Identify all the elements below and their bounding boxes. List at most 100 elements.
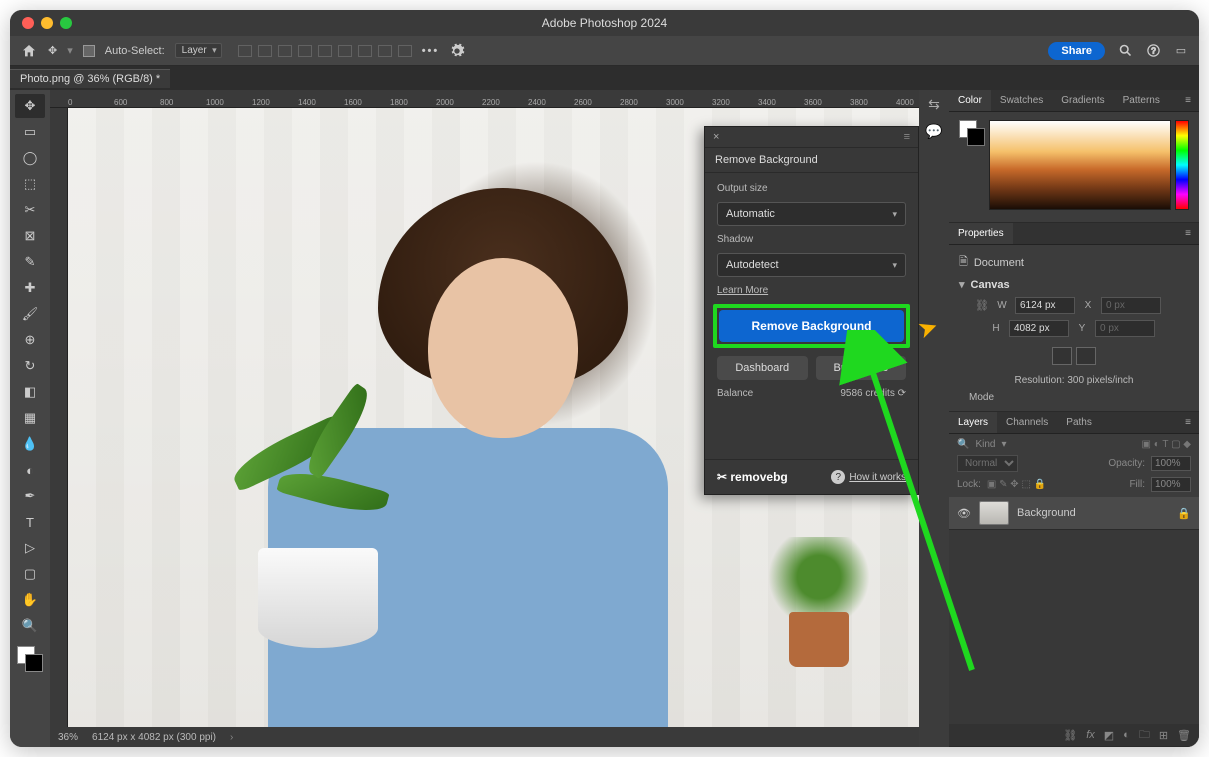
title-bar: Adobe Photoshop 2024 [10,10,1199,36]
link-layers-icon[interactable]: ⛓ [1063,729,1077,742]
gradient-tool-icon[interactable]: ▦ [15,406,45,430]
align-icon[interactable] [378,45,392,57]
options-bar: ✥ ▾ Auto-Select: Layer ••• Share ? ▭ [10,36,1199,66]
panel-menu-icon[interactable]: ≡ [1177,90,1199,111]
close-icon[interactable]: × [713,131,719,143]
fx-icon[interactable]: fx [1086,729,1095,741]
healing-tool-icon[interactable]: ✚ [15,276,45,300]
pen-tool-icon[interactable]: ✒ [15,484,45,508]
tab-gradients[interactable]: Gradients [1052,90,1113,111]
color-swatch[interactable] [17,646,43,672]
zoom-level[interactable]: 36% [58,732,78,743]
output-size-dropdown[interactable]: Automatic [717,202,906,226]
layer-row[interactable]: 👁 Background 🔒 [949,497,1199,530]
how-it-works-link[interactable]: How it works [831,470,906,484]
close-window-icon[interactable] [22,17,34,29]
zoom-tool-icon[interactable]: 🔍 [15,614,45,638]
more-icon[interactable]: ••• [422,45,440,57]
remove-background-button[interactable]: Remove Background [719,310,904,342]
panel-menu-icon[interactable]: ≡ [1177,412,1199,433]
workspace-icon[interactable]: ▭ [1173,43,1189,59]
blur-tool-icon[interactable]: 💧 [15,432,45,456]
align-icon[interactable] [238,45,252,57]
panel-menu-icon[interactable]: ≡ [1177,223,1199,244]
remove-bg-panel: ×≡ Remove Background Output size Automat… [704,126,919,495]
link-icon[interactable]: ⛓ [975,299,989,312]
auto-select-checkbox[interactable] [83,45,95,57]
history-brush-tool-icon[interactable]: ↻ [15,354,45,378]
height-field[interactable] [1009,320,1069,337]
shadow-dropdown[interactable]: Autodetect [717,253,906,277]
gear-icon[interactable] [449,43,465,59]
buy-credits-button[interactable]: Buy credits [816,356,907,380]
align-icon[interactable] [258,45,272,57]
align-icon[interactable] [278,45,292,57]
align-icon[interactable] [338,45,352,57]
share-button[interactable]: Share [1048,42,1105,60]
canvas[interactable]: ×≡ Remove Background Output size Automat… [68,108,919,727]
lasso-tool-icon[interactable]: ◯ [15,146,45,170]
tab-properties[interactable]: Properties [949,223,1013,244]
hue-slider[interactable] [1175,120,1189,210]
type-tool-icon[interactable]: T [15,510,45,534]
tab-patterns[interactable]: Patterns [1114,90,1169,111]
eyedropper-tool-icon[interactable]: ✎ [15,250,45,274]
shape-tool-icon[interactable]: ▢ [15,562,45,586]
tab-channels[interactable]: Channels [997,412,1057,433]
help-icon[interactable]: ? [1145,43,1161,59]
mini-swatch[interactable] [959,120,985,146]
frame-tool-icon[interactable]: ⊠ [15,224,45,248]
new-layer-icon[interactable]: ⊞ [1159,729,1168,742]
layer-list: 👁 Background 🔒 [949,497,1199,724]
dashboard-button[interactable]: Dashboard [717,356,808,380]
hand-tool-icon[interactable]: ✋ [15,588,45,612]
tab-paths[interactable]: Paths [1057,412,1101,433]
tab-swatches[interactable]: Swatches [991,90,1052,111]
layer-thumbnail[interactable] [979,501,1009,525]
crop-tool-icon[interactable]: ✂ [15,198,45,222]
group-icon[interactable]: 🗀 [1139,726,1150,745]
fill-field [1151,477,1191,492]
stamp-tool-icon[interactable]: ⊕ [15,328,45,352]
panel-icon[interactable]: 💬 [925,123,942,140]
object-select-tool-icon[interactable]: ⬚ [15,172,45,196]
brush-tool-icon[interactable]: 🖌 [15,302,45,326]
move-tool-icon[interactable]: ✥ [15,94,45,118]
dodge-tool-icon[interactable]: ◐ [15,458,45,482]
orientation-portrait-icon[interactable] [1052,347,1072,365]
path-select-tool-icon[interactable]: ▷ [15,536,45,560]
document-tab[interactable]: Photo.png @ 36% (RGB/8) * [10,69,170,88]
refresh-icon[interactable]: ⟳ [898,388,906,399]
align-icon[interactable] [398,45,412,57]
adjustment-icon[interactable]: ◐ [1123,729,1130,741]
right-panel-group: ColorSwatchesGradientsPatterns ≡ Properti… [949,90,1199,747]
eraser-tool-icon[interactable]: ◧ [15,380,45,404]
home-button[interactable] [20,42,38,60]
x-field [1101,297,1161,314]
color-field[interactable] [989,120,1171,210]
visibility-icon[interactable]: 👁 [957,507,971,520]
zoom-window-icon[interactable] [60,17,72,29]
move-tool-icon[interactable]: ✥ [48,44,57,57]
lock-icon[interactable]: 🔒 [1177,507,1191,520]
mask-icon[interactable]: ◩ [1104,729,1114,742]
width-field[interactable] [1015,297,1075,314]
orientation-landscape-icon[interactable] [1076,347,1096,365]
align-icon[interactable] [318,45,332,57]
document-tab-strip: Photo.png @ 36% (RGB/8) * [10,66,1199,90]
tab-layers[interactable]: Layers [949,412,997,433]
trash-icon[interactable]: 🗑 [1177,729,1191,742]
learn-more-link[interactable]: Learn More [717,285,906,296]
auto-select-target-dropdown[interactable]: Layer [175,43,222,58]
shadow-label: Shadow [717,234,906,245]
align-icon[interactable] [298,45,312,57]
panel-icon[interactable]: ⇆ [928,96,940,113]
removebg-logo: ✂ removebg [717,470,788,484]
tab-color[interactable]: Color [949,90,991,111]
layer-filter-kind[interactable]: Kind [975,439,995,450]
marquee-tool-icon[interactable]: ▭ [15,120,45,144]
minimize-window-icon[interactable] [41,17,53,29]
layer-name[interactable]: Background [1017,507,1076,519]
align-icon[interactable] [358,45,372,57]
search-icon[interactable] [1117,43,1133,59]
